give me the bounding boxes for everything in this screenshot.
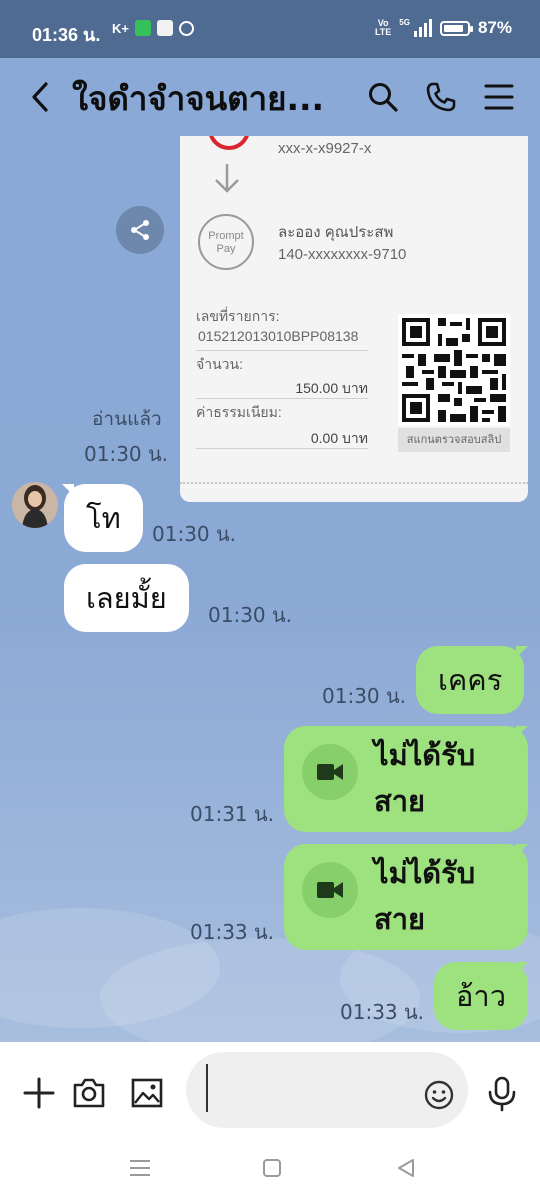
- text-cursor: [206, 1064, 208, 1112]
- app-notification-icon: [156, 20, 173, 36]
- recipient-account: 140-xxxxxxxx-9710: [278, 246, 407, 263]
- volte-icon: Vo LTE: [374, 18, 392, 37]
- ref-label: เลขที่รายการ:: [196, 308, 280, 324]
- message-time: 01:30 น.: [84, 442, 169, 466]
- battery-icon: [439, 20, 473, 36]
- search-icon[interactable]: [366, 80, 400, 114]
- line-app-icon: [134, 20, 151, 36]
- circle-notification-icon: [178, 20, 194, 36]
- chevron-left-icon[interactable]: [24, 78, 58, 116]
- microphone-icon[interactable]: [486, 1076, 518, 1112]
- bubble-tail: [516, 844, 528, 856]
- message-time: 01:33 น.: [340, 1000, 425, 1024]
- notification-icons: K+: [112, 20, 194, 36]
- share-button[interactable]: [116, 206, 164, 254]
- qr-caption: สแกนตรวจสอบสลิป: [398, 428, 510, 452]
- system-icons: Vo LTE 5G 87%: [375, 18, 512, 38]
- promptpay-logo: Prompt Pay: [198, 214, 254, 270]
- video-call-button[interactable]: [302, 862, 358, 918]
- message-time: 01:33 น.: [190, 920, 275, 944]
- slip-dotted-edge: [180, 482, 528, 484]
- battery-percent: 87%: [477, 18, 512, 37]
- network-type-label: 5G: [399, 18, 410, 27]
- outgoing-message[interactable]: เคคร: [416, 646, 525, 714]
- avatar-photo: [12, 482, 58, 528]
- message-time: 01:30 น.: [322, 684, 407, 708]
- video-camera-icon: [317, 764, 343, 780]
- fee-value: 0.00 บาท: [310, 430, 368, 446]
- ref-value: 015212013010BPP08138: [198, 328, 359, 344]
- amount-label: จำนวน:: [196, 356, 243, 372]
- image-icon[interactable]: [130, 1076, 164, 1110]
- back-nav-icon[interactable]: [394, 1156, 418, 1180]
- menu-icon[interactable]: [482, 80, 516, 114]
- divider: [196, 448, 368, 449]
- bubble-tail: [516, 646, 528, 658]
- video-call-button[interactable]: [302, 744, 358, 800]
- outgoing-message[interactable]: อ้าว: [434, 962, 528, 1030]
- chat-title[interactable]: ใจดำจำจนตาย...: [72, 72, 352, 125]
- sender-account: xxx-x-x9927-x: [278, 140, 372, 157]
- amount-value: 150.00 บาท: [295, 380, 368, 396]
- read-receipt: อ่านแล้ว: [92, 408, 162, 430]
- payment-slip-image[interactable]: xxx-x-x9927-x Prompt Pay ละออง คุณประสพ 1…: [180, 136, 528, 502]
- status-bar: 01:36 น. K+ Vo LTE 5G 87%: [0, 0, 540, 58]
- avatar[interactable]: [12, 482, 58, 528]
- recent-apps-icon[interactable]: [128, 1156, 152, 1180]
- plus-icon[interactable]: [22, 1076, 56, 1110]
- share-icon: [131, 220, 149, 240]
- message-input-bar: [0, 1042, 540, 1142]
- qr-code: [398, 314, 510, 426]
- divider: [196, 398, 368, 399]
- missed-call-message[interactable]: ไม่ได้รับสาย: [284, 726, 528, 832]
- fee-label: ค่าธรรมเนียม:: [196, 404, 282, 420]
- emoji-icon[interactable]: [424, 1080, 454, 1110]
- recipient-name: ละออง คุณประสพ: [278, 224, 394, 241]
- missed-call-label: ไม่ได้รับสาย: [374, 856, 476, 936]
- video-camera-icon: [317, 882, 343, 898]
- incoming-message[interactable]: โท: [64, 484, 143, 552]
- bubble-tail: [516, 726, 528, 738]
- status-time: 01:36 น.: [32, 25, 101, 45]
- camera-icon[interactable]: [72, 1076, 106, 1110]
- divider: [196, 350, 368, 351]
- kplus-app-icon: K+: [112, 20, 129, 36]
- message-time: 01:31 น.: [190, 802, 275, 826]
- bubble-tail: [516, 962, 528, 974]
- arrow-down-icon: [215, 164, 239, 193]
- chat-header: ใจดำจำจนตาย...: [0, 58, 540, 136]
- bank-logo-icon: [208, 136, 250, 150]
- chat-area[interactable]: xxx-x-x9927-x Prompt Pay ละออง คุณประสพ 1…: [0, 58, 540, 1042]
- system-navigation-bar: [0, 1142, 540, 1200]
- message-time: 01:30 น.: [208, 603, 293, 627]
- missed-call-label: ไม่ได้รับสาย: [374, 738, 476, 818]
- phone-icon[interactable]: [424, 80, 458, 114]
- home-icon[interactable]: [260, 1156, 284, 1180]
- incoming-message[interactable]: เลยมั้ย: [64, 564, 189, 632]
- missed-call-message[interactable]: ไม่ได้รับสาย: [284, 844, 528, 950]
- message-time: 01:30 น.: [152, 522, 237, 546]
- signal-strength-icon: [413, 19, 432, 37]
